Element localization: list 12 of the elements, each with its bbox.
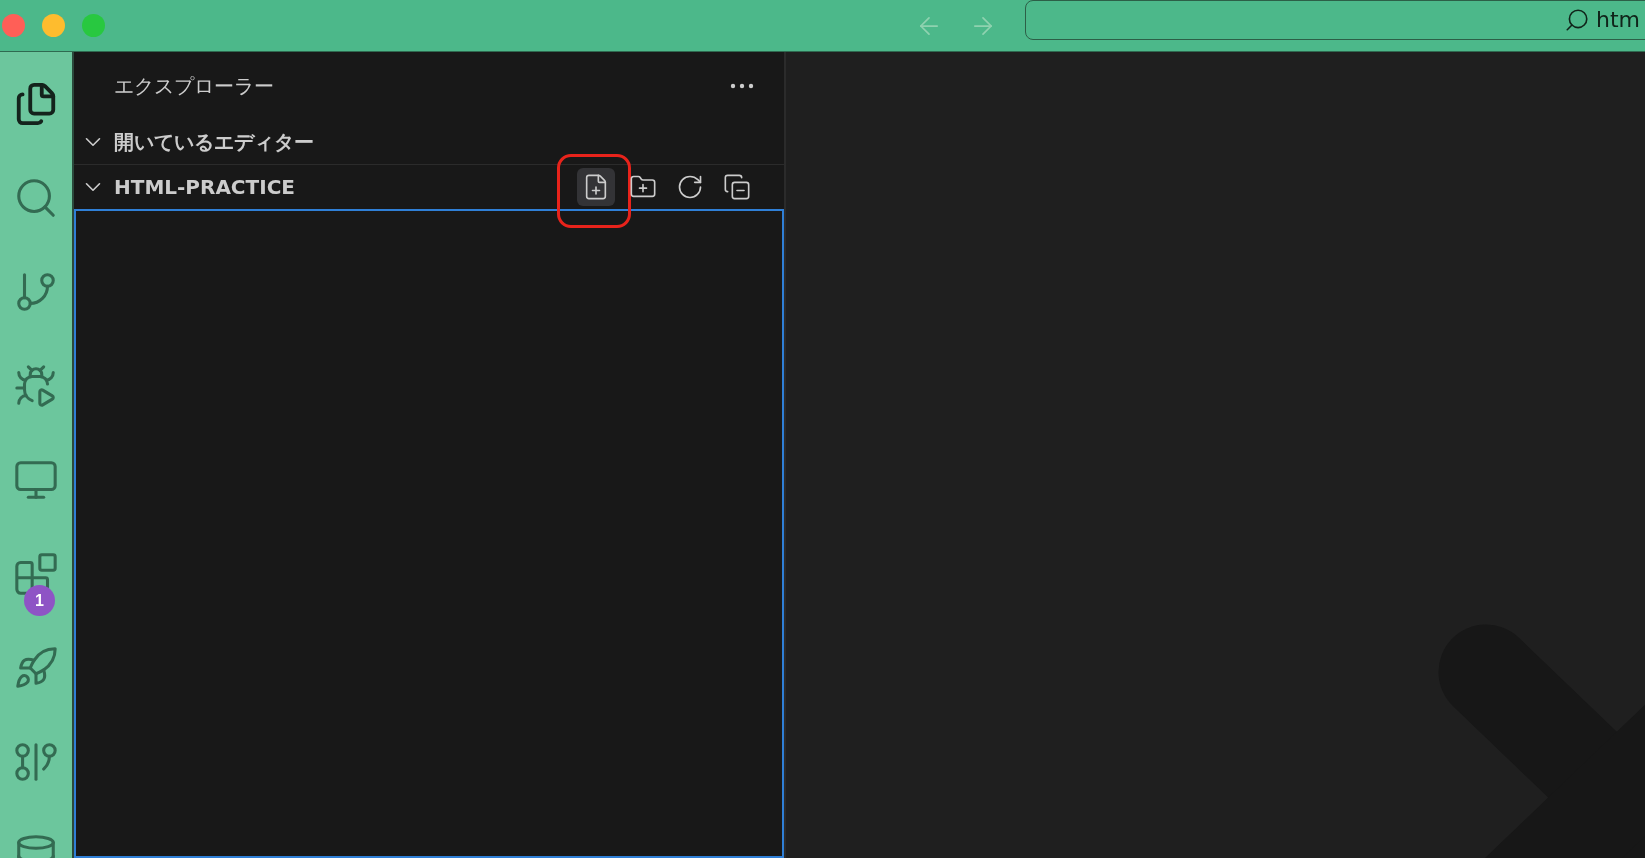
activity-bar-item[interactable]: 1 <box>0 527 72 621</box>
count-badge: 1 <box>24 585 55 616</box>
search-field[interactable]: htm <box>1025 0 1645 40</box>
sidebar-title: エクスプローラー <box>114 72 274 100</box>
collapse-icon <box>723 173 751 201</box>
refresh-icon <box>676 173 704 201</box>
ellipsis-icon <box>730 83 754 89</box>
section-header[interactable]: HTML-PRACTICE <box>80 174 295 200</box>
section-header[interactable]: 開いているエディター <box>80 128 314 156</box>
more-actions-button[interactable] <box>730 83 754 89</box>
rocket-icon <box>13 645 59 691</box>
toolbar-button[interactable] <box>577 168 615 206</box>
